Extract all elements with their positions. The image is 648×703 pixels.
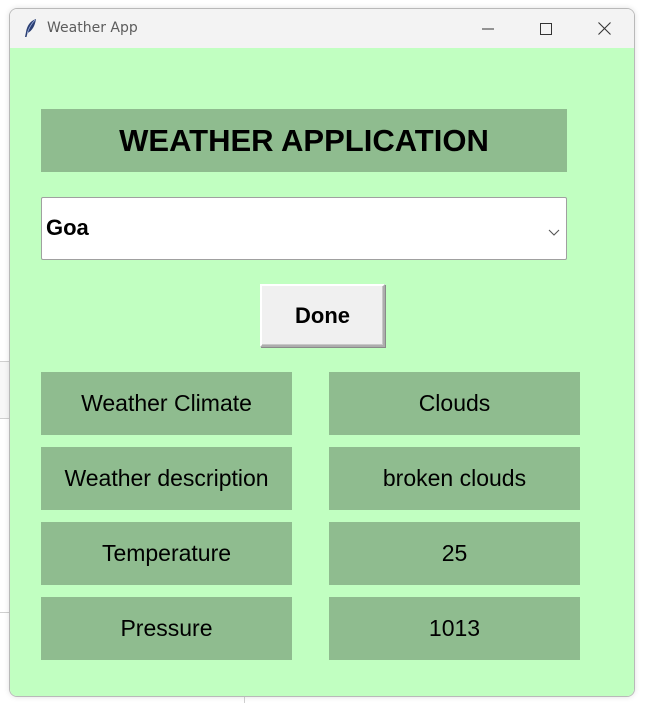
minimize-button[interactable] [459,9,517,48]
feather-icon [23,18,39,38]
pressure-value: 1013 [329,597,580,660]
title-bar[interactable]: Weather App [10,9,634,48]
city-select-value: Goa [46,215,89,240]
close-button[interactable] [575,9,633,48]
city-select[interactable]: Goa [41,197,567,260]
app-heading: WEATHER APPLICATION [41,109,567,172]
pressure-label: Pressure [41,597,292,660]
weather-climate-value: Clouds [329,372,580,435]
window-title: Weather App [47,20,138,36]
close-icon [597,22,611,35]
weather-climate-label: Weather Climate [41,372,292,435]
maximize-button[interactable] [517,9,575,48]
temperature-value: 25 [329,522,580,585]
temperature-label: Temperature [41,522,292,585]
minimize-icon [482,23,494,35]
maximize-icon [540,22,552,35]
weather-description-value: broken clouds [329,447,580,510]
done-button[interactable]: Done [260,284,385,347]
background-divider-vertical [244,697,245,703]
weather-description-label: Weather description [41,447,292,510]
app-content: WEATHER APPLICATION Goa Done Weather Cli… [10,48,634,696]
chevron-down-icon[interactable] [548,224,560,236]
weather-app-window: Weather App WEATHER APPLICATION Goa Done [9,8,635,697]
